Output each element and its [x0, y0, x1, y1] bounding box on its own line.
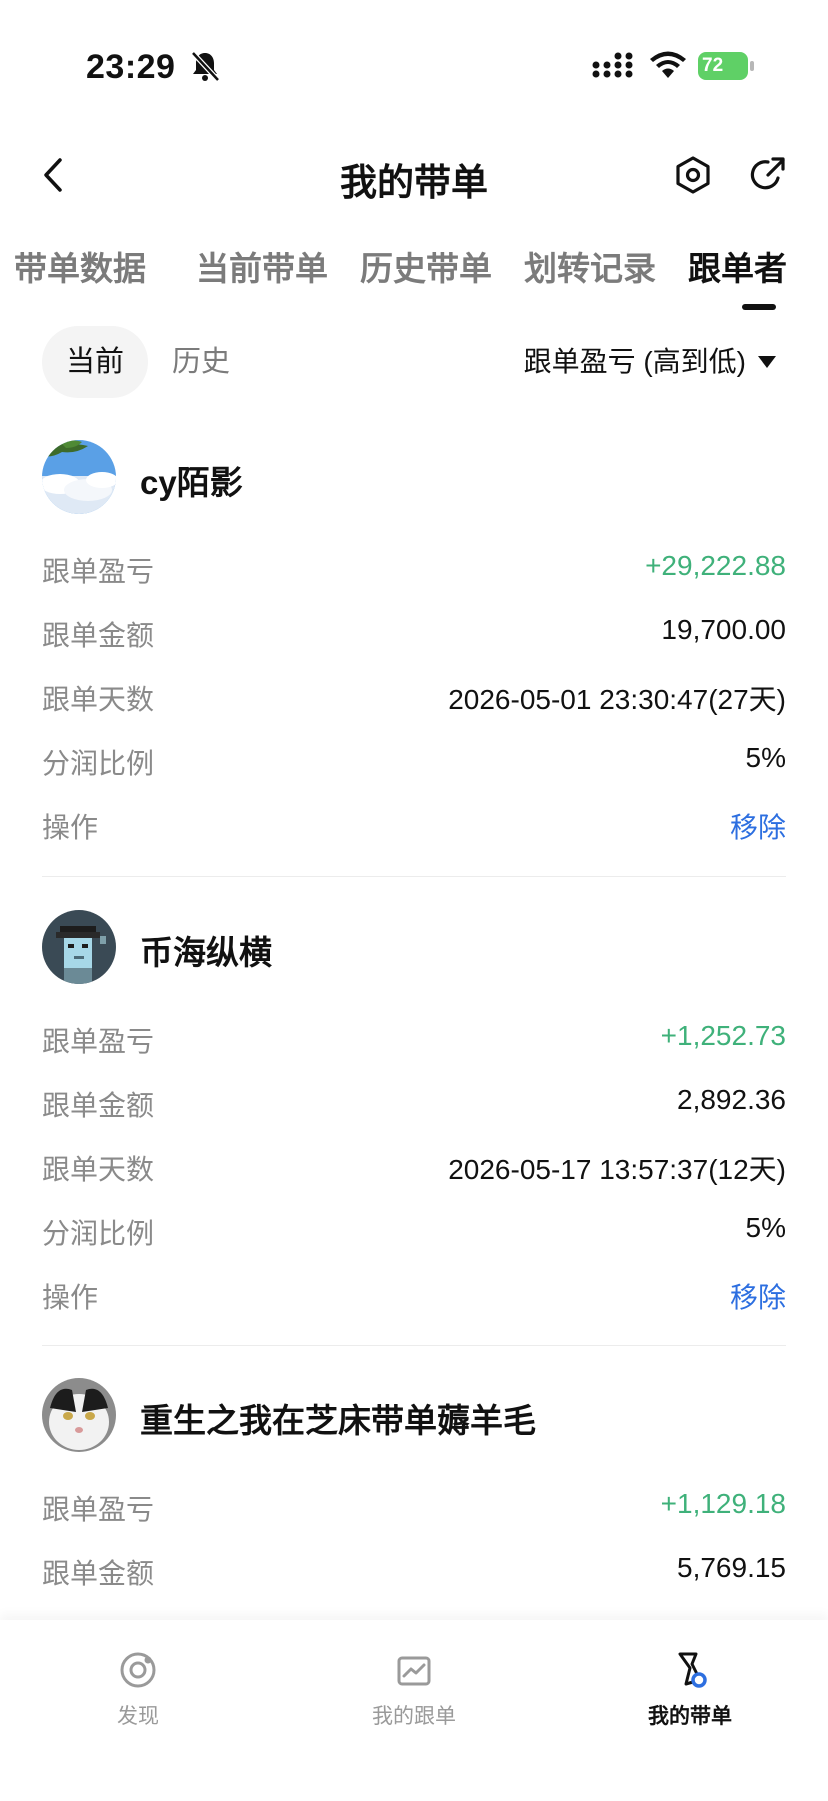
row-label: 分润比例: [42, 1218, 155, 1249]
remove-button[interactable]: 移除: [730, 1276, 786, 1316]
row-label: 跟单天数: [42, 1154, 155, 1185]
profit-share-value: 5%: [745, 742, 786, 773]
row-label: 跟单盈亏: [42, 1494, 155, 1525]
row-follow-amount: 跟单金额 19,700.00: [42, 600, 786, 664]
tab-transfer-records[interactable]: 划转记录: [524, 242, 656, 290]
sort-dropdown[interactable]: 跟单盈亏 (高到低): [524, 326, 776, 398]
status-time: 23:29: [86, 48, 176, 86]
follow-amount-value: 2,892.36: [677, 1084, 786, 1115]
follow-days-value: 2026-05-17 13:57:37(12天): [448, 1154, 786, 1185]
bell-off-icon: [191, 51, 220, 82]
follower-card: cy陌影 跟单盈亏 +29,222.88 跟单金额 19,700.00 跟单天数…: [42, 440, 786, 856]
avatar: [42, 910, 116, 984]
follower-header: 币海纵横: [42, 910, 786, 984]
header: 我的带单: [0, 140, 828, 210]
bottom-nav: 发现 我的跟单 我的带单: [0, 1620, 828, 1801]
main-tabs: 带单数据 当前带单 历史带单 划转记录 跟单者: [0, 236, 828, 316]
profit-share-value: 5%: [745, 1212, 786, 1243]
remove-button[interactable]: 移除: [730, 806, 786, 846]
discover-icon: [120, 1652, 156, 1688]
row-follow-amount: 跟单金额 2,892.36: [42, 1070, 786, 1134]
share-icon[interactable]: [748, 154, 788, 194]
lead-trade-icon: [678, 1652, 707, 1688]
follower-name: 重生之我在芝床带单薅羊毛: [140, 1402, 536, 1439]
row-label: 操作: [42, 1282, 99, 1313]
battery-level: 72: [698, 52, 748, 80]
row-label: 分润比例: [42, 748, 155, 779]
tab-lead-data[interactable]: 带单数据: [14, 242, 146, 290]
follower-name: 币海纵横: [140, 934, 272, 971]
row-action: 操作 移除: [42, 792, 786, 856]
signal-icon: [592, 52, 633, 78]
nav-my-lead[interactable]: 我的带单: [620, 1650, 760, 1730]
row-profit-share: 分润比例 5%: [42, 1198, 786, 1262]
row-label: 跟单盈亏: [42, 556, 155, 587]
tab-followers[interactable]: 跟单者: [688, 242, 787, 290]
sort-label: 跟单盈亏 (高到低): [523, 346, 746, 377]
subtab-current[interactable]: 当前: [42, 326, 148, 398]
follow-pnl-value: +1,129.18: [660, 1488, 786, 1519]
caret-down-icon: [758, 356, 776, 368]
follow-days-value: 2026-05-01 23:30:47(27天): [448, 684, 786, 715]
subtab-history[interactable]: 历史: [172, 326, 230, 398]
follow-pnl-value: +29,222.88: [645, 550, 786, 581]
follower-header: cy陌影: [42, 440, 786, 514]
row-follow-days: 跟单天数 2026-05-17 13:57:37(12天): [42, 1134, 786, 1198]
active-tab-indicator: [742, 304, 776, 310]
row-action: 操作 移除: [42, 1262, 786, 1326]
chart-icon: [397, 1656, 431, 1686]
tab-history-lead[interactable]: 历史带单: [360, 242, 492, 290]
row-follow-pnl: 跟单盈亏 +29,222.88: [42, 536, 786, 600]
battery-indicator: 72: [698, 52, 756, 80]
nav-label: 我的跟单: [372, 1705, 456, 1728]
follow-amount-value: 5,769.15: [677, 1552, 786, 1583]
follow-amount-value: 19,700.00: [661, 614, 786, 645]
row-label: 跟单盈亏: [42, 1026, 155, 1057]
row-follow-amount: 跟单金额 5,769.15: [42, 1538, 786, 1602]
settings-icon[interactable]: [673, 154, 713, 196]
follower-name: cy陌影: [140, 464, 243, 501]
row-label: 跟单金额: [42, 620, 155, 651]
divider: [42, 1345, 786, 1346]
row-label: 操作: [42, 812, 99, 843]
nav-discover[interactable]: 发现: [68, 1650, 208, 1730]
follower-header: 重生之我在芝床带单薅羊毛: [42, 1378, 786, 1452]
nav-my-follow[interactable]: 我的跟单: [344, 1650, 484, 1730]
avatar: [42, 1378, 116, 1452]
nav-label: 发现: [117, 1705, 159, 1728]
row-follow-pnl: 跟单盈亏 +1,129.18: [42, 1474, 786, 1538]
avatar: [42, 440, 116, 514]
follower-card: 币海纵横 跟单盈亏 +1,252.73 跟单金额 2,892.36 跟单天数 2…: [42, 910, 786, 1326]
row-follow-days: 跟单天数 2026-05-01 23:30:47(27天): [42, 664, 786, 728]
wifi-icon: [650, 51, 686, 78]
tab-current-lead[interactable]: 当前带单: [196, 242, 328, 290]
follower-card: 重生之我在芝床带单薅羊毛 跟单盈亏 +1,129.18 跟单金额 5,769.1…: [42, 1378, 786, 1602]
row-label: 跟单金额: [42, 1558, 155, 1589]
row-label: 跟单天数: [42, 684, 155, 715]
nav-label: 我的带单: [648, 1705, 732, 1728]
battery-cap: [750, 61, 754, 71]
divider: [42, 876, 786, 877]
follow-pnl-value: +1,252.73: [660, 1020, 786, 1051]
row-profit-share: 分润比例 5%: [42, 728, 786, 792]
row-label: 跟单金额: [42, 1090, 155, 1121]
row-follow-pnl: 跟单盈亏 +1,252.73: [42, 1006, 786, 1070]
status-bar: 23:29 72: [0, 0, 828, 120]
